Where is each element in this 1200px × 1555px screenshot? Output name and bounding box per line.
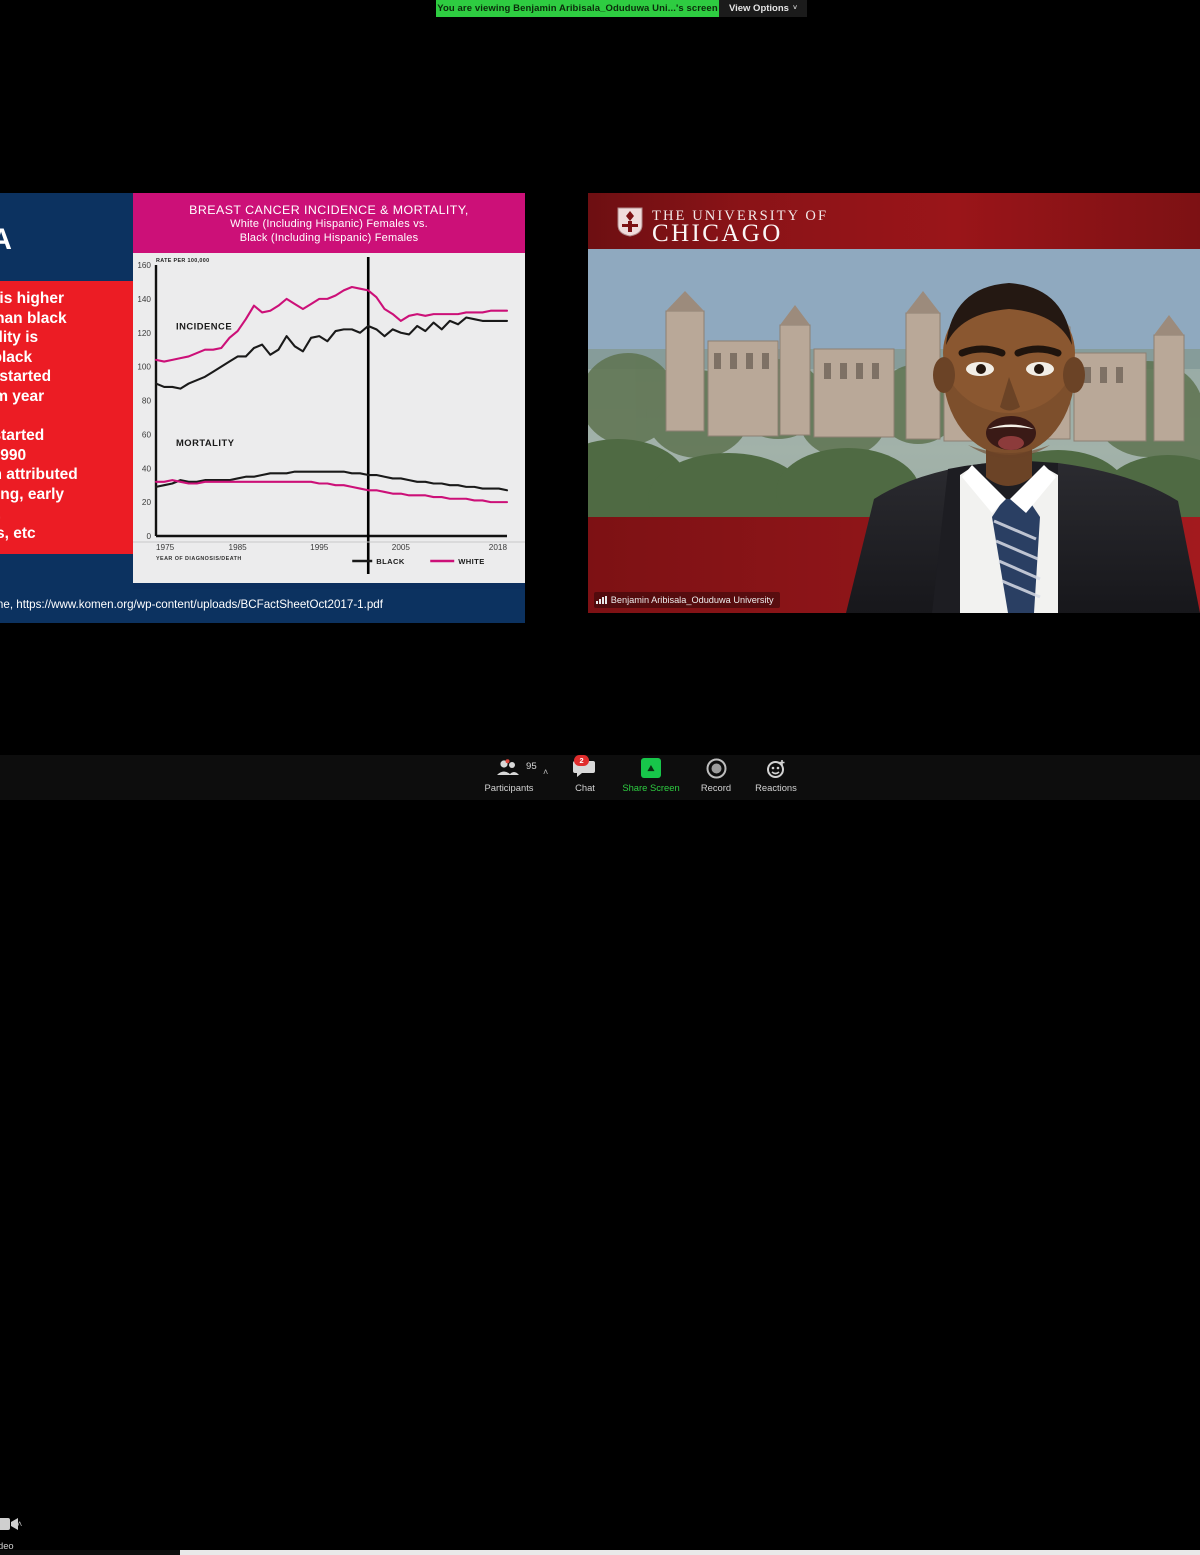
zoom-meeting-window: You are viewing Benjamin Aribisala_Odudu… [0, 0, 1200, 1555]
svg-text:1995: 1995 [310, 543, 329, 552]
participants-caret-icon[interactable]: ˄ [543, 767, 548, 777]
slide-citation-text: inestone, https://www.komen.org/wp-conte… [0, 598, 383, 611]
slide-bullet-line: screening, early [0, 485, 65, 503]
university-line-2: CHICAGO [652, 220, 783, 247]
slide-citation-bar: inestone, https://www.komen.org/wp-conte… [0, 589, 525, 623]
svg-text:INCIDENCE: INCIDENCE [176, 320, 232, 331]
participant-name-label: Benjamin Aribisala_Oduduwa University [610, 595, 774, 605]
svg-text:1975: 1975 [156, 543, 175, 552]
svg-text:120: 120 [137, 329, 151, 338]
participant-name-chip: Benjamin Aribisala_Oduduwa University [594, 592, 780, 608]
university-banner: THE UNIVERSITY OF CHICAGO [588, 193, 1200, 255]
record-label: Record [700, 782, 732, 793]
svg-text:2018: 2018 [489, 543, 508, 552]
svg-text:60: 60 [142, 430, 152, 439]
svg-text:160: 160 [137, 261, 151, 270]
chart-title: BREAST CANCER INCIDENCE & MORTALITY, [189, 202, 469, 217]
chat-unread-badge: 2 [574, 755, 589, 766]
bottom-strip-dark [0, 1550, 180, 1555]
svg-text:BLACK: BLACK [376, 557, 405, 566]
share-screen-button[interactable]: ⯅ Share Screen [619, 757, 683, 793]
video-options-caret-icon[interactable]: ˄ [17, 1519, 22, 1529]
share-screen-label: Share Screen [622, 782, 680, 793]
view-options-button[interactable]: View Options ˅ [719, 0, 807, 17]
slide-bullet-line: duction attributed [0, 466, 78, 484]
slide-bullet-line: rtality started [0, 427, 45, 445]
chart-card: BREAST CANCER INCIDENCE & MORTALITY, Whi… [133, 193, 525, 583]
svg-text:80: 80 [142, 397, 152, 406]
slide-title: USA [0, 223, 13, 256]
slide-bullet-line: idence is higher [0, 290, 65, 307]
screen-share-banner: You are viewing Benjamin Aribisala_Odudu… [0, 0, 1200, 17]
svg-text:140: 140 [137, 295, 151, 304]
slide-bullet-line: white than black [0, 309, 67, 327]
chart-plot-area: RATE PER 100,000 YEAR OF DIAGNOSIS/DEATH… [133, 253, 525, 583]
participants-count: 95 [526, 761, 537, 772]
chat-icon[interactable]: 2 [573, 755, 597, 779]
slide-bullets-box: idence is higher white than black t mort… [0, 281, 145, 554]
bottom-strip [0, 1550, 1200, 1555]
shared-slide: USA idence is higher white than black t … [0, 193, 525, 623]
signal-strength-icon [596, 596, 607, 604]
meeting-toolbar: ˄ deo 95 Participants ˄ 2 Chat ⯅ Share S… [0, 755, 1200, 1555]
slide-bullet-line: areness, etc [0, 525, 36, 543]
chat-button[interactable]: 2 Chat [553, 755, 617, 793]
university-crest-icon [617, 207, 643, 237]
slide-bullet-line: her in black [0, 348, 33, 366]
svg-text:WHITE: WHITE [458, 557, 484, 566]
reactions-button[interactable]: Reactions [744, 757, 808, 793]
slide-bullet-line: ing from year [0, 387, 45, 405]
record-icon[interactable] [706, 757, 727, 779]
chevron-down-icon: ˅ [792, 5, 798, 12]
campus-and-speaker-graphic [588, 249, 1200, 613]
svg-text:2005: 2005 [392, 543, 411, 552]
reactions-label: Reactions [755, 782, 797, 793]
video-control-group[interactable]: ˄ deo [0, 1510, 180, 1555]
slide-bullet-line: t mortality is [0, 329, 39, 347]
chart-subtitle-line-2: Black (Including Hispanic) Females [239, 231, 419, 244]
svg-text:100: 100 [137, 363, 151, 372]
share-screen-icon[interactable]: ⯅ [641, 757, 661, 779]
sharing-indicator: You are viewing Benjamin Aribisala_Odudu… [436, 0, 719, 17]
slide-bullet-line: ing in 1990 [0, 446, 27, 464]
view-options-label: View Options [728, 3, 789, 14]
campus-background [588, 249, 1200, 613]
svg-text:20: 20 [142, 498, 152, 507]
participants-icon[interactable]: 95 [496, 757, 537, 779]
record-button[interactable]: Record [684, 757, 748, 793]
slide-bullet-line: tection, [0, 505, 139, 525]
svg-text:MORTALITY: MORTALITY [176, 437, 235, 448]
chart-header: BREAST CANCER INCIDENCE & MORTALITY, Whi… [133, 193, 525, 253]
participants-button[interactable]: 95 Participants [477, 757, 541, 793]
sharing-indicator-text: You are viewing Benjamin Aribisala_Odudu… [437, 3, 718, 14]
chart-subtitle-line-1: White (Including Hispanic) Females vs. [230, 218, 428, 230]
speaker-video-tile[interactable]: THE UNIVERSITY OF CHICAGO Benjamin Aribi… [588, 193, 1200, 613]
slide-bullet-line: idence started [0, 368, 52, 386]
chat-label: Chat [575, 782, 595, 793]
participants-label: Participants [484, 782, 534, 793]
svg-text:1985: 1985 [229, 543, 248, 552]
svg-text:0: 0 [146, 532, 151, 541]
slide-bullet-line: 00 [0, 407, 139, 427]
chart-svg: 0 20 40 60 80 100 120 140 160 1975 1985 1995 2005 201… [133, 257, 525, 574]
reactions-icon[interactable] [766, 757, 787, 779]
svg-text:40: 40 [142, 464, 152, 473]
